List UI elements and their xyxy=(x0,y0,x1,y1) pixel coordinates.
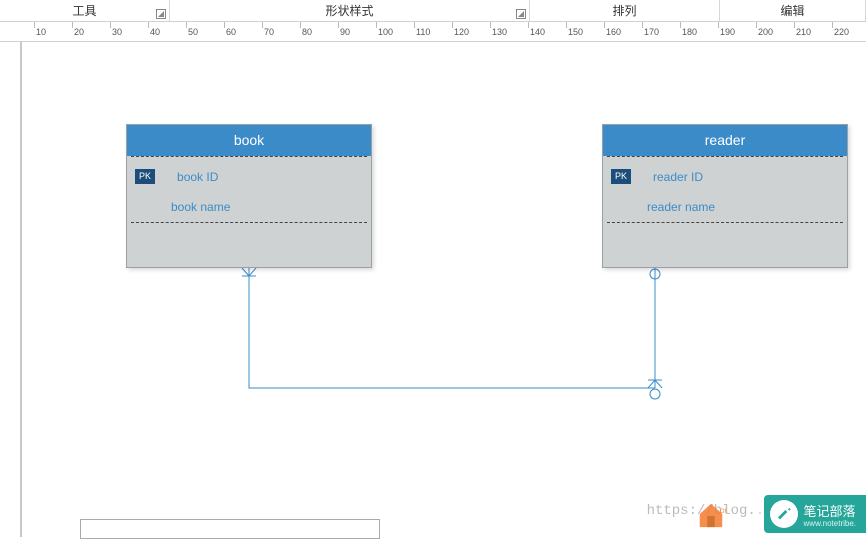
shape-text-input[interactable] xyxy=(80,519,380,539)
pk-badge: PK xyxy=(135,169,155,184)
notetribe-badge: 笔记部落 www.notetribe. xyxy=(764,495,866,533)
ribbon: 工具 形状样式 排列 编辑 xyxy=(0,0,866,22)
ruler-label: 180 xyxy=(682,27,697,37)
ruler-tick xyxy=(566,22,567,28)
ruler-tick xyxy=(72,22,73,28)
ruler-tick xyxy=(262,22,263,28)
connector-layer xyxy=(0,42,866,537)
pencil-icon xyxy=(770,500,798,528)
ruler-tick xyxy=(110,22,111,28)
ruler-label: 200 xyxy=(758,27,773,37)
ruler-tick xyxy=(642,22,643,28)
ruler-label: 120 xyxy=(454,27,469,37)
ruler-label: 210 xyxy=(796,27,811,37)
dialog-launcher-icon[interactable] xyxy=(156,9,166,19)
ruler-label: 110 xyxy=(416,27,430,37)
ruler-tick xyxy=(756,22,757,28)
attribute-label: book name xyxy=(171,200,230,214)
ribbon-group-label: 工具 xyxy=(72,2,96,19)
ruler-label: 220 xyxy=(834,27,849,37)
ruler-tick xyxy=(528,22,529,28)
ruler-label: 20 xyxy=(74,27,84,37)
attribute-row[interactable]: PK book ID xyxy=(127,161,371,192)
ruler-label: 60 xyxy=(226,27,236,37)
attribute-label: book ID xyxy=(177,170,218,184)
ruler-tick xyxy=(148,22,149,28)
ribbon-group-arrange[interactable]: 排列 xyxy=(530,0,720,21)
pk-badge: PK xyxy=(611,169,631,184)
dialog-launcher-icon[interactable] xyxy=(516,9,526,19)
ribbon-group-label: 编辑 xyxy=(780,2,804,19)
svg-text:Office教程网: Office教程网 xyxy=(719,506,726,515)
ruler-tick xyxy=(490,22,491,28)
page-margin-line xyxy=(20,42,22,537)
entity-reader[interactable]: reader PK reader ID reader name xyxy=(602,124,848,268)
ruler-label: 140 xyxy=(530,27,545,37)
attribute-label: reader ID xyxy=(653,170,703,184)
ruler-tick xyxy=(224,22,225,28)
ruler-label: 190 xyxy=(720,27,735,37)
ruler-tick xyxy=(832,22,833,28)
horizontal-ruler[interactable]: 10 20 30 40 50 60 70 80 90 100 110 120 130 140 150 160 1… xyxy=(0,22,866,42)
attribute-row[interactable]: reader name xyxy=(603,192,847,222)
ribbon-group-edit[interactable]: 编辑 xyxy=(720,0,866,21)
ruler-tick xyxy=(376,22,377,28)
divider xyxy=(607,222,843,223)
ruler-label: 160 xyxy=(606,27,621,37)
ruler-label: 170 xyxy=(644,27,659,37)
ruler-label: 90 xyxy=(340,27,350,37)
ruler-tick xyxy=(680,22,681,28)
ruler-label: 70 xyxy=(264,27,274,37)
ruler-label: 150 xyxy=(568,27,583,37)
ribbon-group-tools[interactable]: 工具 xyxy=(0,0,170,21)
ruler-label: 100 xyxy=(378,27,393,37)
entity-body: PK reader ID reader name xyxy=(603,157,847,222)
entity-title: book xyxy=(127,125,371,156)
attribute-row[interactable]: PK reader ID xyxy=(603,161,847,192)
attribute-row[interactable]: book name xyxy=(127,192,371,222)
ribbon-group-label: 形状样式 xyxy=(325,2,373,19)
ruler-label: 130 xyxy=(492,27,507,37)
ruler-tick xyxy=(414,22,415,28)
office-logo-icon: Office教程网 xyxy=(696,499,726,529)
ruler-tick xyxy=(186,22,187,28)
ruler-label: 80 xyxy=(302,27,312,37)
entity-book[interactable]: book PK book ID book name xyxy=(126,124,372,268)
ribbon-group-label: 排列 xyxy=(612,2,636,19)
ruler-tick xyxy=(300,22,301,28)
drawing-canvas[interactable]: book PK book ID book name reader PK read… xyxy=(0,42,866,537)
divider xyxy=(131,222,367,223)
ruler-tick xyxy=(452,22,453,28)
ruler-tick xyxy=(718,22,719,28)
ruler-label: 30 xyxy=(112,27,122,37)
entity-title: reader xyxy=(603,125,847,156)
ruler-tick xyxy=(34,22,35,28)
badge-title: 笔记部落 xyxy=(804,504,856,519)
ruler-tick xyxy=(338,22,339,28)
attribute-label: reader name xyxy=(647,200,715,214)
badge-subtitle: www.notetribe. xyxy=(804,520,856,528)
ruler-label: 10 xyxy=(36,27,46,37)
ruler-tick xyxy=(604,22,605,28)
ruler-label: 40 xyxy=(150,27,160,37)
entity-body: PK book ID book name xyxy=(127,157,371,222)
ruler-tick xyxy=(794,22,795,28)
ruler-label: 50 xyxy=(188,27,198,37)
ribbon-group-shape-styles[interactable]: 形状样式 xyxy=(170,0,530,21)
